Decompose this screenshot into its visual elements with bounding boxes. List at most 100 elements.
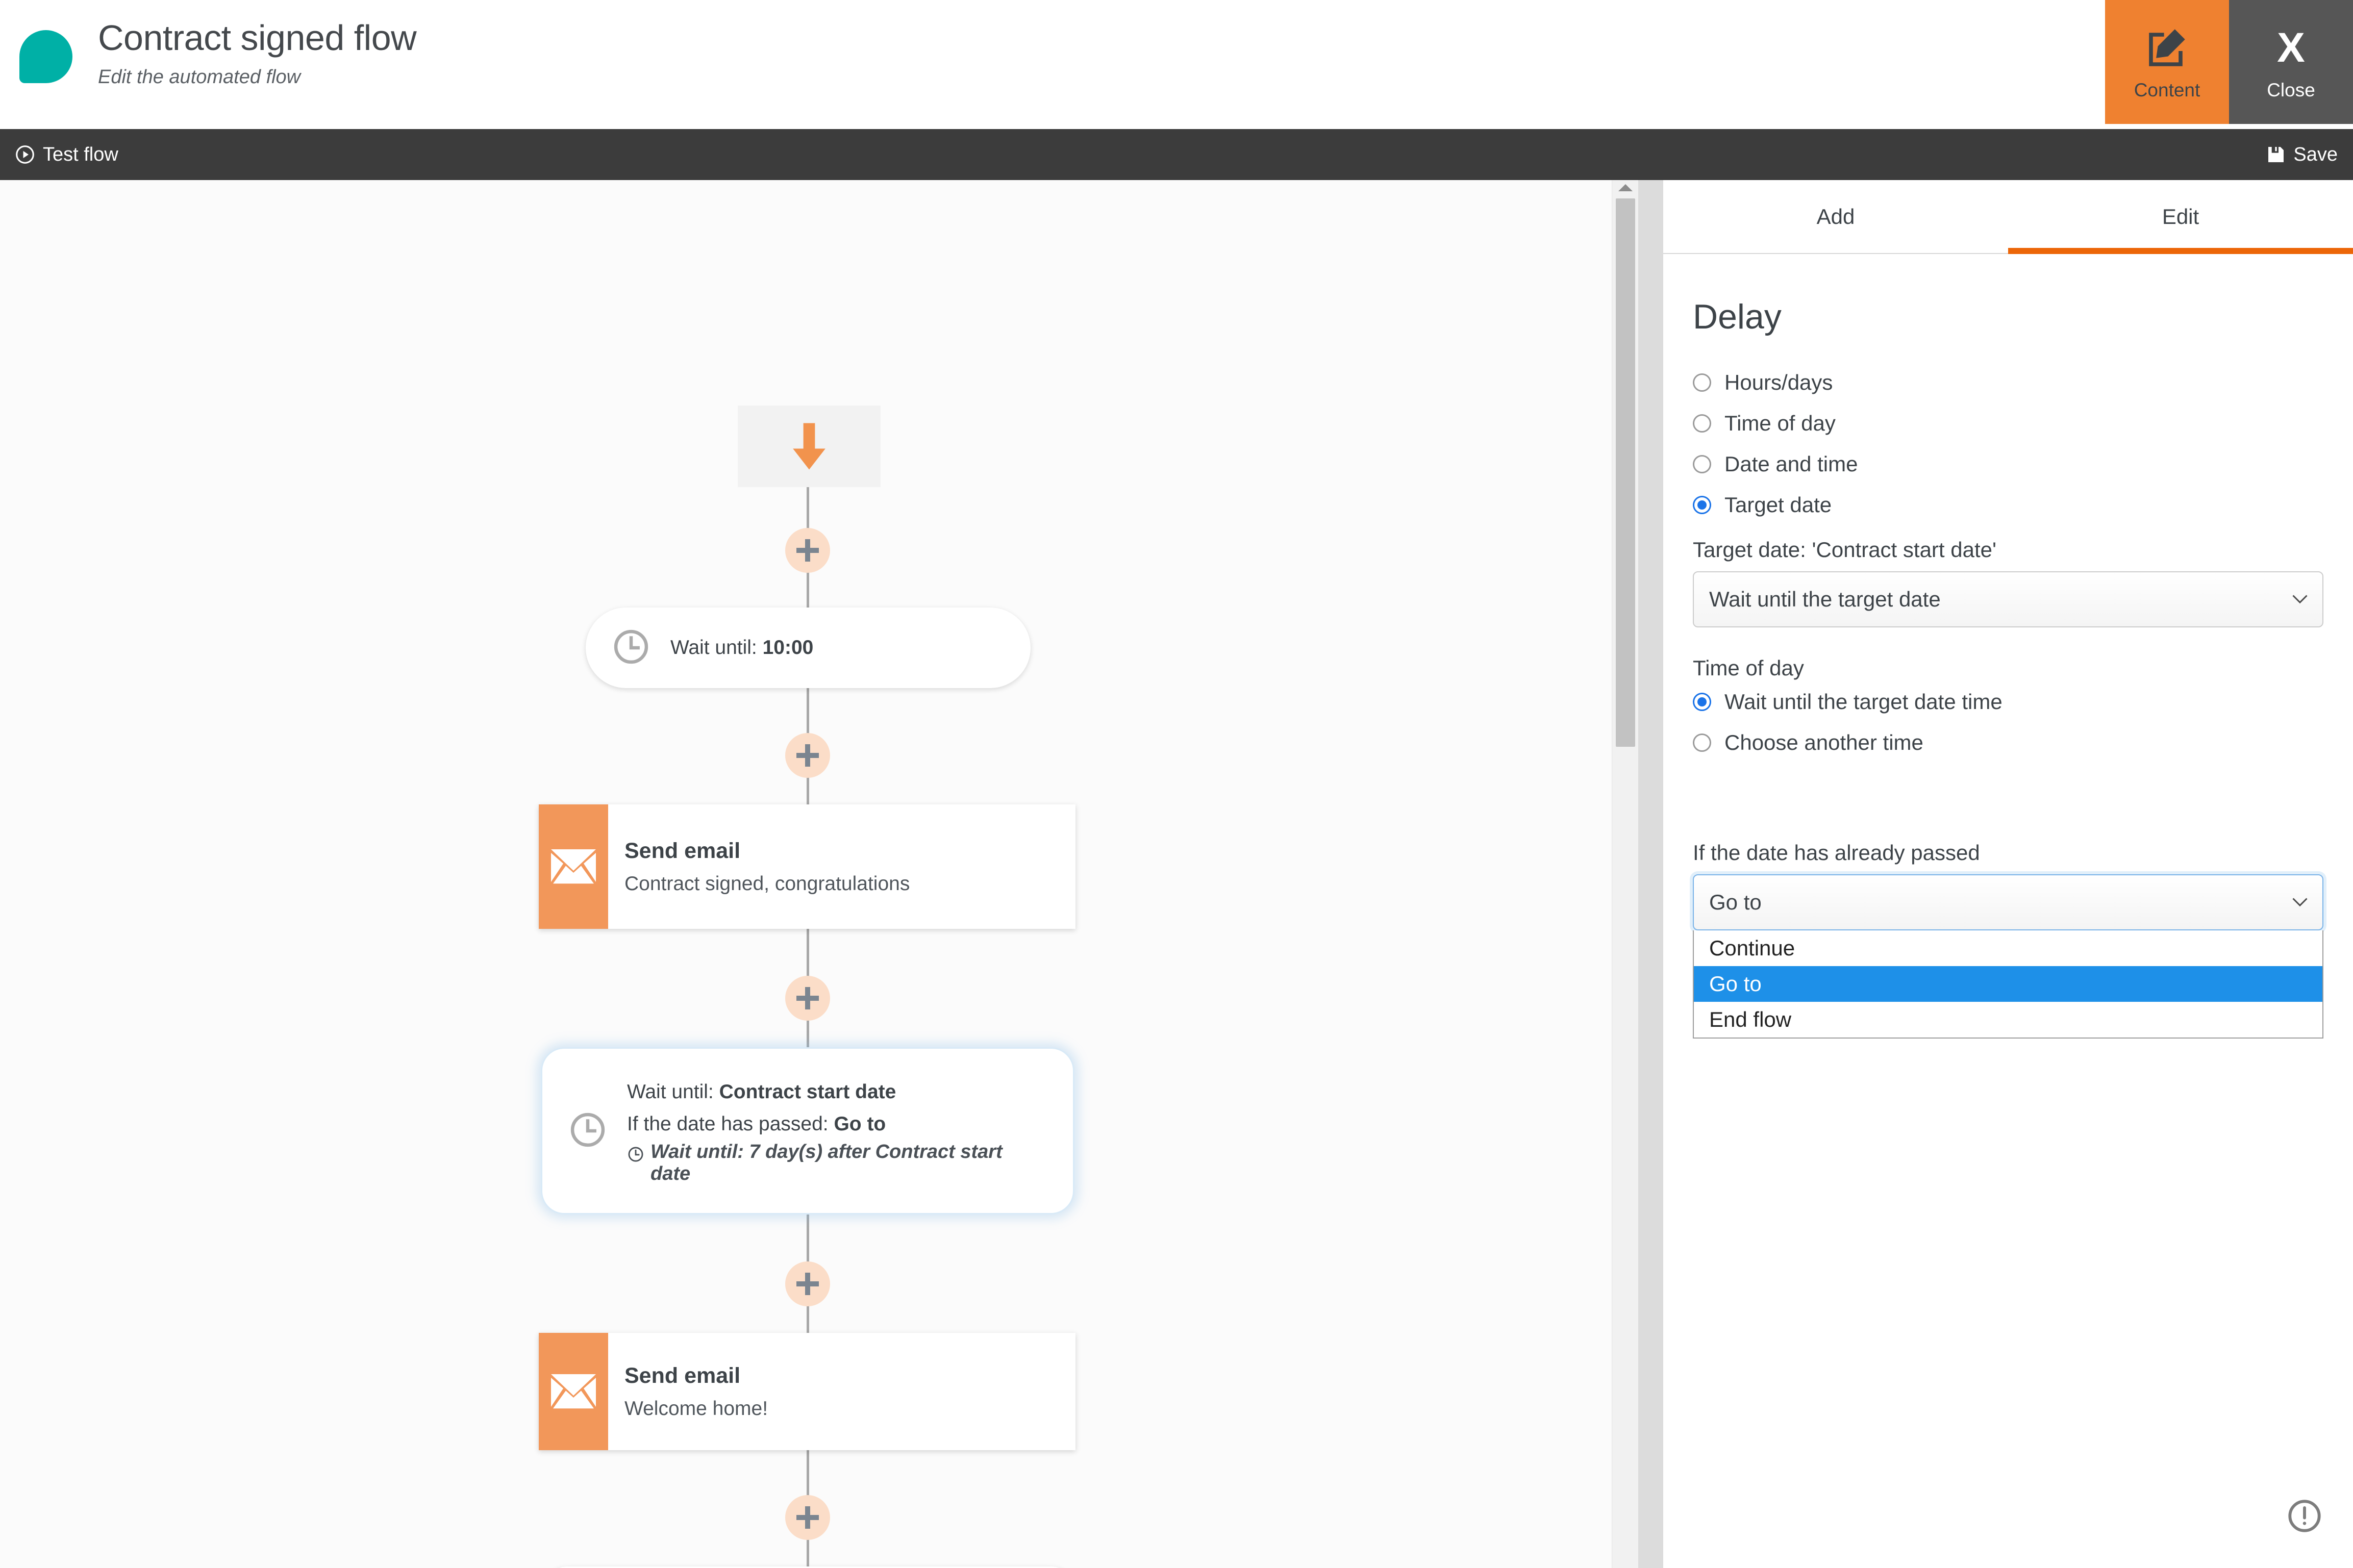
flow-node-delay-text: Wait until: 10:00 <box>670 637 814 659</box>
radio-time-of-day-label: Time of day <box>1724 411 1836 435</box>
flow-node-delay[interactable]: Wait until: 10:00 <box>586 608 1031 688</box>
exclamation-circle-icon[interactable] <box>2286 1497 2323 1537</box>
radio-button[interactable] <box>1693 455 1711 473</box>
date-passed-label: If the date has already passed <box>1693 841 1980 865</box>
panel-heading: Delay <box>1693 297 1782 336</box>
flow-node-delay-selected[interactable]: Wait until: Contract start date If the d… <box>541 1047 1074 1215</box>
tab-add-label: Add <box>1816 204 1855 229</box>
close-button[interactable]: X Close <box>2229 0 2353 124</box>
plus-icon <box>796 744 819 767</box>
clock-icon <box>611 627 651 669</box>
content-button-label: Content <box>2134 79 2200 100</box>
option-end-flow[interactable]: End flow <box>1694 1002 2322 1038</box>
flow-start-node[interactable] <box>738 406 881 487</box>
radio-target-date[interactable]: Target date <box>1693 493 2323 517</box>
target-date-select-value: Wait until the target date <box>1709 587 1941 611</box>
clock-icon <box>627 1146 644 1168</box>
teal-leaf-logo-icon <box>19 30 72 83</box>
flow-node-email-title: Send email <box>624 1363 741 1388</box>
page-subtitle: Edit the automated flow <box>98 66 301 88</box>
radio-wait-target-time-label: Wait until the target date time <box>1724 690 2002 714</box>
flow-node-email-body: Send email Contract signed, congratulati… <box>608 804 925 929</box>
panel-tabs: Add Edit <box>1663 180 2353 254</box>
flow-node-email-desc: Welcome home! <box>624 1397 768 1420</box>
content-button[interactable]: Content <box>2105 0 2229 124</box>
add-step-button[interactable] <box>785 528 830 573</box>
flow-node-email[interactable]: Send email Contract signed, congratulati… <box>539 804 1075 929</box>
scroll-up-arrow-icon[interactable] <box>1618 184 1633 191</box>
radio-button[interactable] <box>1693 414 1711 433</box>
app-header: Contract signed flow Edit the automated … <box>0 0 2353 129</box>
scrollbar-thumb[interactable] <box>1616 198 1635 747</box>
tab-edit-label: Edit <box>2162 204 2199 229</box>
date-passed-options-list: Continue Go to End flow <box>1693 930 2323 1039</box>
radio-choose-another-time-label: Choose another time <box>1724 730 1923 754</box>
radio-button[interactable] <box>1693 734 1711 752</box>
close-button-label: Close <box>2267 79 2315 100</box>
play-circle-icon <box>14 144 36 165</box>
flow-node-email-desc: Contract signed, congratulations <box>624 872 910 895</box>
down-arrow-icon <box>793 423 825 470</box>
flow-node-email-title: Send email <box>624 838 741 863</box>
radio-time-of-day[interactable]: Time of day <box>1693 411 2323 436</box>
flow-toolbar: Test flow Save <box>0 129 2353 180</box>
chevron-down-icon <box>2291 892 2309 913</box>
header-actions: Content X Close <box>2105 0 2353 124</box>
flow-node-delay-line: If the date has passed: Go to <box>627 1113 886 1135</box>
option-end-flow-label: End flow <box>1709 1007 1792 1031</box>
radio-hours-days-label: Hours/days <box>1724 370 1833 394</box>
add-step-button[interactable] <box>785 733 830 778</box>
save-button[interactable]: Save <box>2266 144 2338 166</box>
title-block: Contract signed flow Edit the automated … <box>98 18 417 88</box>
tab-edit[interactable]: Edit <box>2008 180 2353 254</box>
option-go-to-label: Go to <box>1709 972 1762 996</box>
envelope-icon <box>539 804 608 929</box>
chevron-down-icon <box>2291 589 2309 610</box>
radio-button[interactable] <box>1693 373 1711 392</box>
target-date-label: Target date: 'Contract start date' <box>1693 538 1997 562</box>
option-continue-label: Continue <box>1709 936 1795 960</box>
add-step-button[interactable] <box>785 976 830 1021</box>
target-date-select[interactable]: Wait until the target date <box>1693 571 2323 627</box>
flow-node-delay-line: Wait until: Contract start date <box>627 1080 896 1103</box>
flow-canvas: Wait until: 10:00 Send email Contract si… <box>0 180 1638 1568</box>
radio-date-and-time[interactable]: Date and time <box>1693 452 2323 476</box>
flow-node-delay-subline: Wait until: 7 day(s) after Contract star… <box>627 1141 1045 1185</box>
date-passed-select-value: Go to <box>1709 890 1762 914</box>
clock-icon <box>568 1110 608 1152</box>
plus-icon <box>796 1506 819 1529</box>
flow-node-email-body: Send email Welcome home! <box>608 1333 783 1450</box>
app-logo <box>16 27 76 86</box>
time-of-day-label: Time of day <box>1693 656 1804 680</box>
radio-wait-target-time[interactable]: Wait until the target date time <box>1693 690 2323 714</box>
radio-target-date-label: Target date <box>1724 493 1832 517</box>
edit-square-pencil-icon <box>2143 23 2192 72</box>
date-passed-select[interactable]: Go to <box>1693 874 2323 930</box>
option-go-to[interactable]: Go to <box>1694 966 2322 1002</box>
plus-icon <box>796 539 819 562</box>
flow-node-email[interactable]: Send email Welcome home! <box>539 1333 1075 1450</box>
test-flow-label: Test flow <box>43 143 118 165</box>
tab-add[interactable]: Add <box>1663 180 2008 253</box>
plus-icon <box>796 987 819 1009</box>
save-label: Save <box>2293 143 2338 165</box>
panel-body: Delay Hours/days Time of day Date and ti… <box>1663 254 2353 1039</box>
pane-divider <box>1638 180 1663 1568</box>
plus-icon <box>796 1273 819 1295</box>
add-step-button[interactable] <box>785 1261 830 1306</box>
test-flow-button[interactable]: Test flow <box>14 144 118 166</box>
option-continue[interactable]: Continue <box>1694 930 2322 966</box>
radio-date-and-time-label: Date and time <box>1724 452 1858 476</box>
radio-hours-days[interactable]: Hours/days <box>1693 370 2323 395</box>
edit-side-panel: Add Edit Delay Hours/days Time of day Da… <box>1663 180 2353 1568</box>
floppy-save-icon <box>2266 144 2286 165</box>
radio-choose-another-time[interactable]: Choose another time <box>1693 730 2323 755</box>
radio-button-selected[interactable] <box>1693 693 1711 711</box>
flow-node-delay-subtext: Wait until: 7 day(s) after Contract star… <box>650 1141 1003 1185</box>
close-x-icon: X <box>2277 24 2305 71</box>
page-title: Contract signed flow <box>98 18 417 58</box>
canvas-scrollbar[interactable] <box>1612 180 1638 1568</box>
add-step-button[interactable] <box>785 1495 830 1540</box>
radio-button-selected[interactable] <box>1693 496 1711 514</box>
